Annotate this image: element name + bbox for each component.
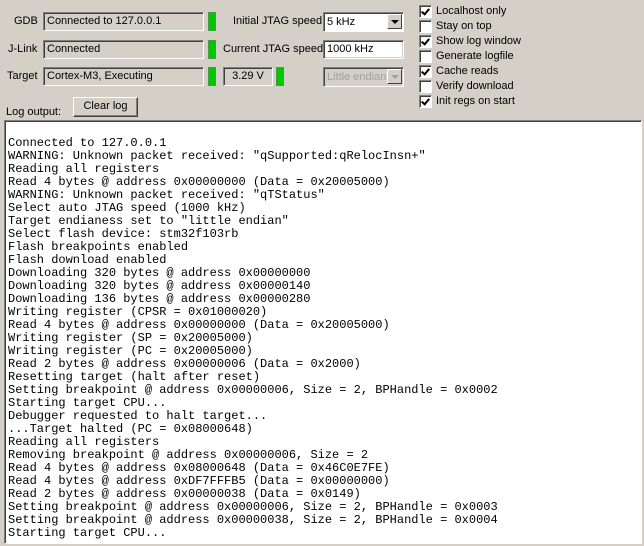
initial-jtag-speed-label: Initial JTAG speed [233, 15, 323, 27]
checkbox-label: Verify download [436, 79, 514, 92]
chevron-down-icon[interactable] [387, 14, 402, 29]
gdb-status-field: Connected to 127.0.0.1 [43, 12, 204, 31]
option-cache-reads[interactable]: Cache reads [419, 64, 498, 78]
target-voltage-field: 3.29 V [223, 67, 273, 86]
target-status-led [208, 67, 216, 86]
chevron-down-icon [387, 69, 402, 84]
checkbox[interactable] [419, 64, 432, 78]
checkbox-label: Generate logfile [436, 49, 514, 62]
checkbox[interactable] [419, 49, 432, 63]
checkbox-label: Stay on top [436, 19, 492, 32]
option-init-regs-on-start[interactable]: Init regs on start [419, 94, 515, 108]
target-status-field: Cortex-M3, Executing [43, 67, 204, 86]
checkbox[interactable] [419, 79, 432, 93]
endianness-select: Little endian [323, 67, 404, 87]
endianness-value: Little endian [327, 71, 387, 83]
voltage-led [276, 67, 284, 86]
target-label: Target [7, 70, 38, 82]
checkbox-label: Cache reads [436, 64, 499, 77]
initial-jtag-speed-value: 5 kHz [327, 16, 356, 28]
option-generate-logfile[interactable]: Generate logfile [419, 49, 514, 63]
log-lines: Connected to 127.0.0.1 WARNING: Unknown p… [8, 137, 641, 540]
option-verify-download[interactable]: Verify download [419, 79, 514, 93]
jlink-status-led [208, 40, 216, 59]
jlink-status-field: Connected [43, 40, 204, 59]
log-output-label: Log output: [6, 106, 62, 118]
jlink-label: J-Link [8, 43, 38, 55]
option-show-log-window[interactable]: Show log window [419, 34, 521, 48]
current-jtag-speed-label: Current JTAG speed [223, 43, 324, 55]
checkbox-label: Localhost only [436, 4, 507, 17]
option-localhost-only[interactable]: Localhost only [419, 4, 506, 18]
checkbox-label: Init regs on start [436, 94, 515, 107]
checkbox[interactable] [419, 94, 432, 108]
current-jtag-speed-field: 1000 kHz [323, 40, 404, 59]
gdb-label: GDB [14, 15, 38, 27]
log-output-window[interactable]: Connected to 127.0.0.1 WARNING: Unknown p… [4, 120, 642, 544]
initial-jtag-speed-select[interactable]: 5 kHz [323, 12, 404, 32]
option-stay-on-top[interactable]: Stay on top [419, 19, 492, 33]
gdb-status-led [208, 12, 216, 31]
log-line: Starting target CPU... [8, 526, 167, 540]
checkbox[interactable] [419, 19, 432, 33]
clear-log-button[interactable]: Clear log [73, 97, 138, 117]
checkbox[interactable] [419, 4, 432, 18]
checkbox-label: Show log window [436, 34, 521, 47]
checkbox[interactable] [419, 34, 432, 48]
